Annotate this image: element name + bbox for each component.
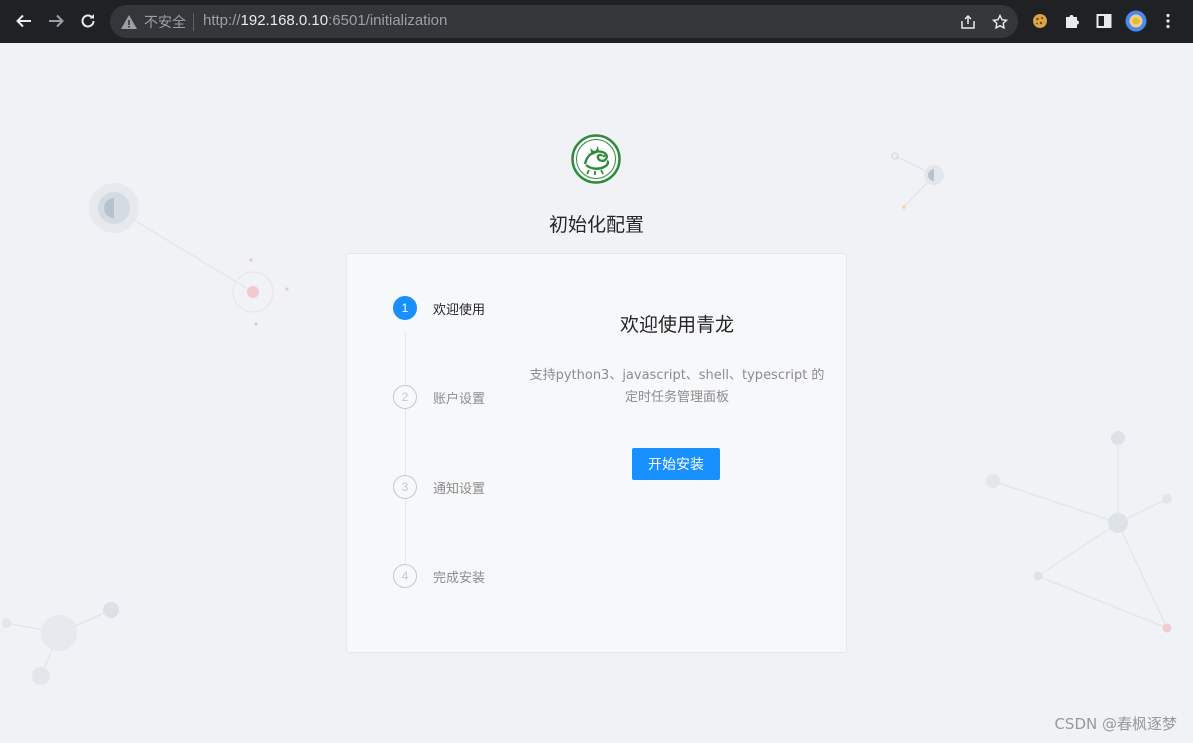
reload-icon <box>81 14 95 28</box>
arrow-left-icon <box>16 14 31 28</box>
more-vert-icon <box>1166 13 1170 29</box>
cookie-icon <box>1033 14 1047 28</box>
profile-avatar[interactable] <box>1125 10 1147 32</box>
url-text[interactable]: http://192.168.0.10:6501/initialization <box>203 12 447 29</box>
description-line-2: 定时任务管理面板 <box>624 390 729 405</box>
warning-icon <box>121 15 137 29</box>
share-icon <box>961 14 975 29</box>
address-divider <box>193 13 194 31</box>
url-path: :6501/initialization <box>328 12 448 29</box>
extensions-button[interactable] <box>1061 10 1083 32</box>
cookie-extension-button[interactable] <box>1029 10 1051 32</box>
puzzle-icon <box>1066 15 1079 28</box>
url-prefix: http:// <box>203 12 241 29</box>
qinglong-logo <box>571 134 621 184</box>
reload-button[interactable] <box>74 7 102 35</box>
step-label: 完成安装 <box>433 571 486 586</box>
url-host: 192.168.0.10 <box>240 12 329 29</box>
step-label: 通知设置 <box>433 482 486 497</box>
welcome-description: 支持python3、javascript、shell、typescript 的 … <box>527 365 827 409</box>
star-icon <box>992 14 1008 30</box>
setup-card: 1 欢迎使用 2 账户设置 3 通知设置 4 完成安装 欢迎使用青龙 支持pyt… <box>346 253 847 653</box>
steps-connector <box>405 332 406 578</box>
back-button[interactable] <box>10 7 38 35</box>
side-panel-icon <box>1096 14 1112 28</box>
step-number: 4 <box>393 564 417 588</box>
browser-menu-button[interactable] <box>1157 10 1179 32</box>
step-label: 账户设置 <box>433 392 486 407</box>
step-label: 欢迎使用 <box>433 303 486 318</box>
step-number: 3 <box>393 475 417 499</box>
bookmark-button[interactable] <box>990 12 1010 32</box>
address-bar[interactable]: 不安全 http://192.168.0.10:6501/initializat… <box>110 5 1018 38</box>
welcome-title: 欢迎使用青龙 <box>619 314 734 336</box>
page-viewport: 初始化配置 1 欢迎使用 2 账户设置 3 通知设置 4 完成安装 欢迎使用青龙… <box>2 43 1191 743</box>
avatar-icon <box>1125 10 1147 32</box>
csdn-watermark: CSDN @春枫逐梦 <box>1054 715 1177 733</box>
share-button[interactable] <box>958 12 978 32</box>
forward-button[interactable] <box>42 7 70 35</box>
description-line-1: 支持python3、javascript、shell、typescript 的 <box>529 368 825 383</box>
browser-toolbar: 不安全 http://192.168.0.10:6501/initializat… <box>0 0 1193 43</box>
side-panel-button[interactable] <box>1093 10 1115 32</box>
step-number: 2 <box>393 385 417 409</box>
security-label[interactable]: 不安全 <box>144 12 186 32</box>
page-title: 初始化配置 <box>548 214 644 236</box>
start-install-button[interactable]: 开始安装 <box>632 448 720 480</box>
arrow-right-icon <box>49 14 64 28</box>
step-number: 1 <box>393 296 417 320</box>
